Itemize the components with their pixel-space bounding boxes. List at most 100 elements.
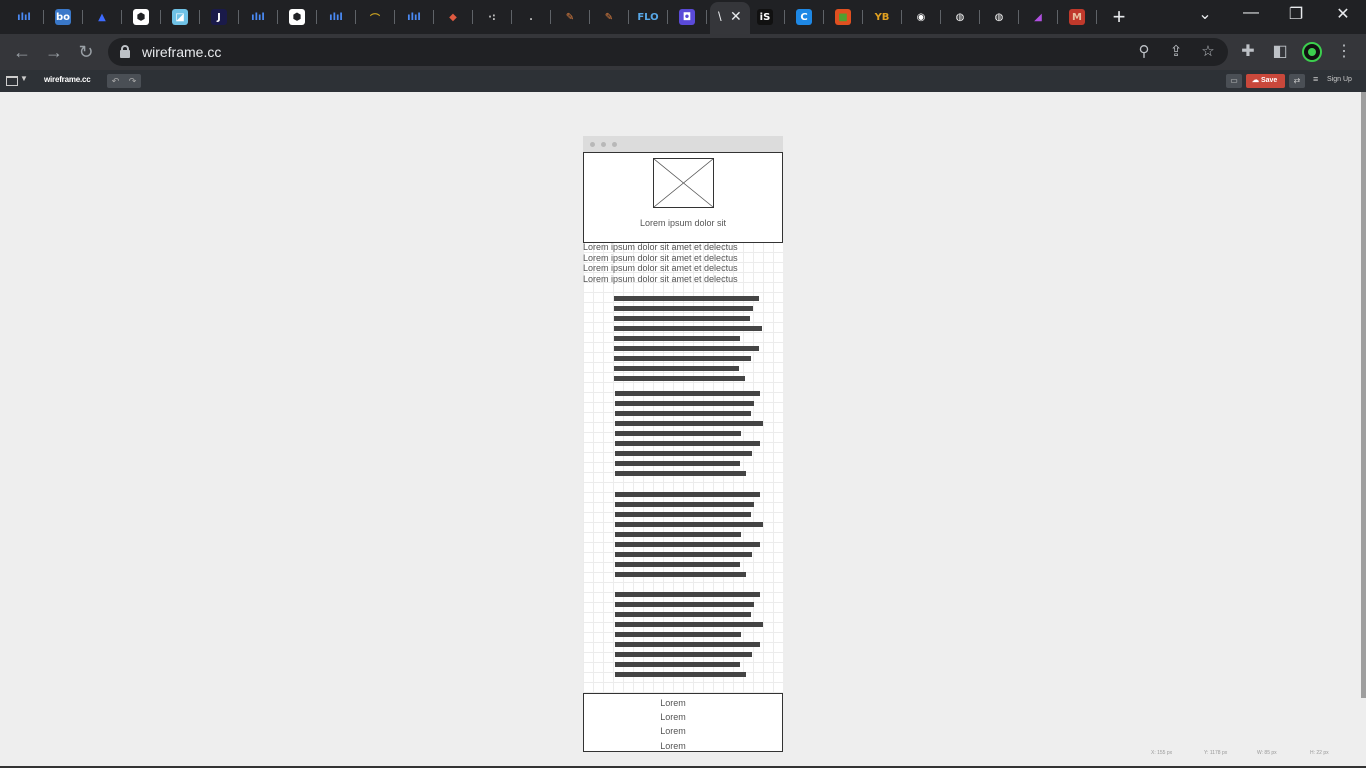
tab-favicon-icon: ◍ [991,9,1007,25]
text-line-bar [615,391,760,396]
status-y: Y: 1178 px [1204,750,1228,756]
browser-tab[interactable]: YB [870,6,894,28]
url-text[interactable]: wireframe.cc [142,44,221,60]
browser-tab[interactable]: ⬢ [285,6,309,28]
browser-tab[interactable]: ▲ [90,6,114,28]
active-tab[interactable]: \ ✕ [710,2,750,34]
browser-tab[interactable]: ılıl [402,6,426,28]
tab-separator [199,10,200,24]
comment-button[interactable]: ▭ [1226,74,1242,88]
image-placeholder[interactable] [653,158,714,208]
restore-icon[interactable]: ❐ [1284,4,1308,24]
forward-icon[interactable]: → [42,40,66,64]
browser-tab[interactable]: FLO [636,6,660,28]
footer-item[interactable]: Lorem [583,698,763,708]
tab-favicon-icon: bo [55,9,71,25]
text-block[interactable] [614,296,762,386]
address-bar[interactable]: wireframe.cc ⚲ ⇪ ☆ [108,38,1228,66]
text-block[interactable] [615,492,763,582]
browser-tab[interactable]: ◍ [948,6,972,28]
tab-separator [979,10,980,24]
save-button[interactable]: ☁ Save [1246,74,1285,88]
tab-close-icon[interactable]: ✕ [730,8,742,25]
tab-separator [121,10,122,24]
paragraph-line: Lorem ipsum dolor sit amet et delectus [583,263,738,273]
text-block[interactable] [615,592,763,682]
footer-item[interactable]: Lorem [583,726,763,736]
paragraph-line: Lorem ipsum dolor sit amet et delectus [583,273,738,284]
browser-tab[interactable]: ılıl [324,6,348,28]
browser-tab[interactable]: ◘ [675,6,699,28]
browser-tab[interactable]: ■ [831,6,855,28]
vertical-scrollbar[interactable] [1361,92,1366,698]
tab-separator [511,10,512,24]
browser-tab[interactable]: ⬢ [129,6,153,28]
tab-separator [667,10,668,24]
tab-separator [823,10,824,24]
browser-tab[interactable]: ◉ [909,6,933,28]
browser-tab[interactable]: ◪ [168,6,192,28]
text-line-bar [615,471,746,476]
header-caption[interactable]: Lorem ipsum dolor sit [583,218,783,228]
extensions-icon[interactable]: ✚ [1236,40,1260,64]
minimize-icon[interactable]: — [1239,4,1263,22]
browser-tab[interactable]: iS [753,6,777,28]
reload-icon[interactable]: ↻ [74,40,98,64]
text-paragraph[interactable]: Lorem ipsum dolor sit amet et delectus L… [583,242,783,284]
browser-tab[interactable]: J [207,6,231,28]
text-line-bar [615,662,740,667]
chevron-down-icon[interactable]: ▼ [20,74,28,83]
tab-favicon-icon: YB [874,9,890,25]
browser-tab[interactable]: ◍ [987,6,1011,28]
back-icon[interactable]: ← [10,40,34,64]
tab-separator [589,10,590,24]
tab-favicon-icon: ◢ [1030,9,1046,25]
browser-tab[interactable]: ⌒ [363,6,387,28]
side-panel-icon[interactable]: ◧ [1268,40,1292,64]
tab-favicon-icon: ◉ [913,9,929,25]
browser-tab[interactable]: ✎ [558,6,582,28]
browser-tab[interactable]: M [1065,6,1089,28]
tab-search-icon[interactable]: ⌄ [1193,4,1217,24]
browser-tab[interactable]: C [792,6,816,28]
tab-separator [1096,10,1097,24]
status-w: W: 85 px [1257,750,1277,756]
tab-separator [82,10,83,24]
kebab-menu-icon[interactable]: ⋮ [1332,40,1356,64]
browser-tab[interactable]: ✎ [597,6,621,28]
browser-tab[interactable]: . [519,6,543,28]
browser-tab[interactable]: ·: [480,6,504,28]
undo-button[interactable]: ↶ [107,74,124,88]
app-toolbar: ▼ wireframe.cc ↶ ↷ ▭ ☁ Save ⇄ ≡ Sign Up [0,70,1366,92]
browser-tab[interactable]: ◢ [1026,6,1050,28]
tab-separator [784,10,785,24]
redo-button[interactable]: ↷ [124,74,141,88]
menu-icon[interactable]: ≡ [1313,74,1318,84]
text-line-bar [615,542,760,547]
share-icon[interactable]: ⇪ [1166,42,1186,60]
close-window-icon[interactable]: ✕ [1331,4,1355,24]
new-tab-button[interactable]: + [1108,4,1130,30]
status-h: H: 22 px [1310,750,1329,756]
browser-tab[interactable]: ılıl [12,6,36,28]
zoom-icon[interactable]: ⚲ [1134,42,1154,60]
text-block[interactable] [615,391,763,481]
settings-button[interactable]: ⇄ [1289,74,1305,88]
footer-item[interactable]: Lorem [583,712,763,722]
page-size-icon[interactable] [6,76,18,86]
browser-tab[interactable]: bo [51,6,75,28]
paragraph-line: Lorem ipsum dolor sit amet et delectus [583,252,738,263]
browser-tab[interactable]: ılıl [246,6,270,28]
footer-item[interactable]: Lorem [583,741,763,751]
text-line-bar [615,451,752,456]
browser-tab[interactable]: ◆ [441,6,465,28]
bookmark-star-icon[interactable]: ☆ [1198,42,1218,60]
lock-icon[interactable] [120,45,130,58]
profile-avatar[interactable] [1302,42,1322,62]
tab-separator [472,10,473,24]
text-line-bar [615,492,760,497]
sign-up-link[interactable]: Sign Up [1327,76,1352,83]
tab-favicon-icon: ılıl [328,9,344,25]
tab-separator [238,10,239,24]
tab-favicon-icon: ılıl [406,9,422,25]
